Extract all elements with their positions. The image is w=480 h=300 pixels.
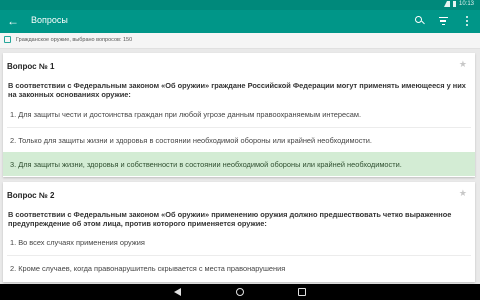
filter-icon[interactable] [436, 14, 450, 28]
star-icon[interactable]: ★ [459, 59, 467, 70]
answer-text: 1. Во всех случаях применения оружия [10, 238, 145, 247]
nav-recents-icon[interactable] [298, 288, 306, 296]
question-title: Вопрос № 1 [7, 62, 55, 71]
answer-text: 1. Для защиты чести и достоинства гражда… [10, 110, 362, 119]
nav-home-icon[interactable] [236, 288, 244, 296]
nav-back-icon[interactable] [174, 288, 181, 296]
status-bar: 10:13 [0, 0, 480, 10]
app-bar: ← Вопросы [0, 10, 480, 33]
question-text: В соответствии с Федеральным законом «Об… [8, 210, 452, 228]
question-card: Вопрос № 1 ★ В соответствии с Федеральны… [3, 53, 475, 177]
answer-text: 2. Только для защиты жизни и здоровья в … [10, 136, 372, 145]
question-card: Вопрос № 2 ★ В соответствии с Федеральны… [3, 182, 475, 282]
answer-option[interactable]: 2. Кроме случаев, когда правонарушитель … [3, 256, 475, 280]
status-time: 10:13 [458, 1, 474, 7]
system-nav-bar [0, 284, 480, 300]
answer-option[interactable]: 1. Для защиты чести и достоинства гражда… [3, 101, 475, 127]
battery-icon [452, 1, 456, 7]
question-text: В соответствии с Федеральным законом «Об… [8, 81, 466, 99]
flag-icon [4, 36, 11, 43]
more-vert-icon[interactable] [460, 14, 474, 28]
answer-text: 2. Кроме случаев, когда правонарушитель … [10, 264, 286, 273]
selection-info-bar: Гражданское оружие, выбрано вопросов: 15… [0, 33, 480, 49]
answer-option[interactable]: 2. Только для защиты жизни и здоровья в … [3, 128, 475, 152]
answer-option-correct[interactable]: 3. Для защиты жизни, здоровья и собствен… [3, 152, 475, 176]
page-title: Вопросы [31, 15, 68, 25]
arrow-back-icon[interactable]: ← [5, 13, 21, 29]
signal-icon [443, 1, 450, 7]
app-bar-actions [412, 14, 474, 28]
answer-option[interactable]: 1. Во всех случаях применения оружия [3, 231, 475, 255]
answer-text: 3. Для защиты жизни, здоровья и собствен… [10, 160, 402, 169]
search-icon[interactable] [412, 14, 426, 28]
status-icons: 10:13 [443, 1, 474, 7]
selection-info-text: Гражданское оружие, выбрано вопросов: 15… [16, 37, 133, 43]
star-icon[interactable]: ★ [459, 188, 467, 199]
question-title: Вопрос № 2 [7, 191, 55, 200]
